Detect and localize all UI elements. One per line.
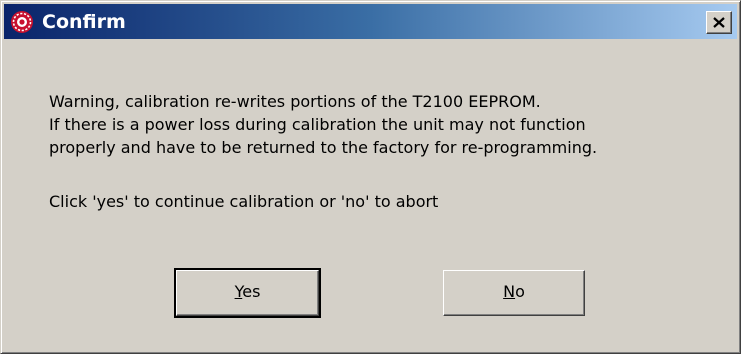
message-line: properly and have to be returned to the … (49, 138, 598, 157)
yes-button-label: es (242, 282, 261, 301)
close-icon (713, 17, 725, 28)
no-button-label: o (515, 282, 525, 301)
dialog-title: Confirm (42, 11, 126, 33)
no-button[interactable]: No (443, 270, 585, 316)
message-prompt: Click 'yes' to continue calibration or '… (49, 192, 439, 211)
app-icon (10, 10, 34, 34)
close-button[interactable] (706, 11, 732, 34)
no-button-mnemonic: N (503, 282, 516, 301)
message-line: If there is a power loss during calibrat… (49, 115, 586, 134)
title-bar[interactable]: Confirm (4, 4, 737, 39)
message-line: Warning, calibration re-writes portions … (49, 92, 541, 111)
dialog-message: Warning, calibration re-writes portions … (49, 90, 597, 213)
yes-button[interactable]: Yes (174, 268, 321, 318)
confirm-dialog: Confirm Warning, calibration re-writes p… (0, 0, 741, 354)
